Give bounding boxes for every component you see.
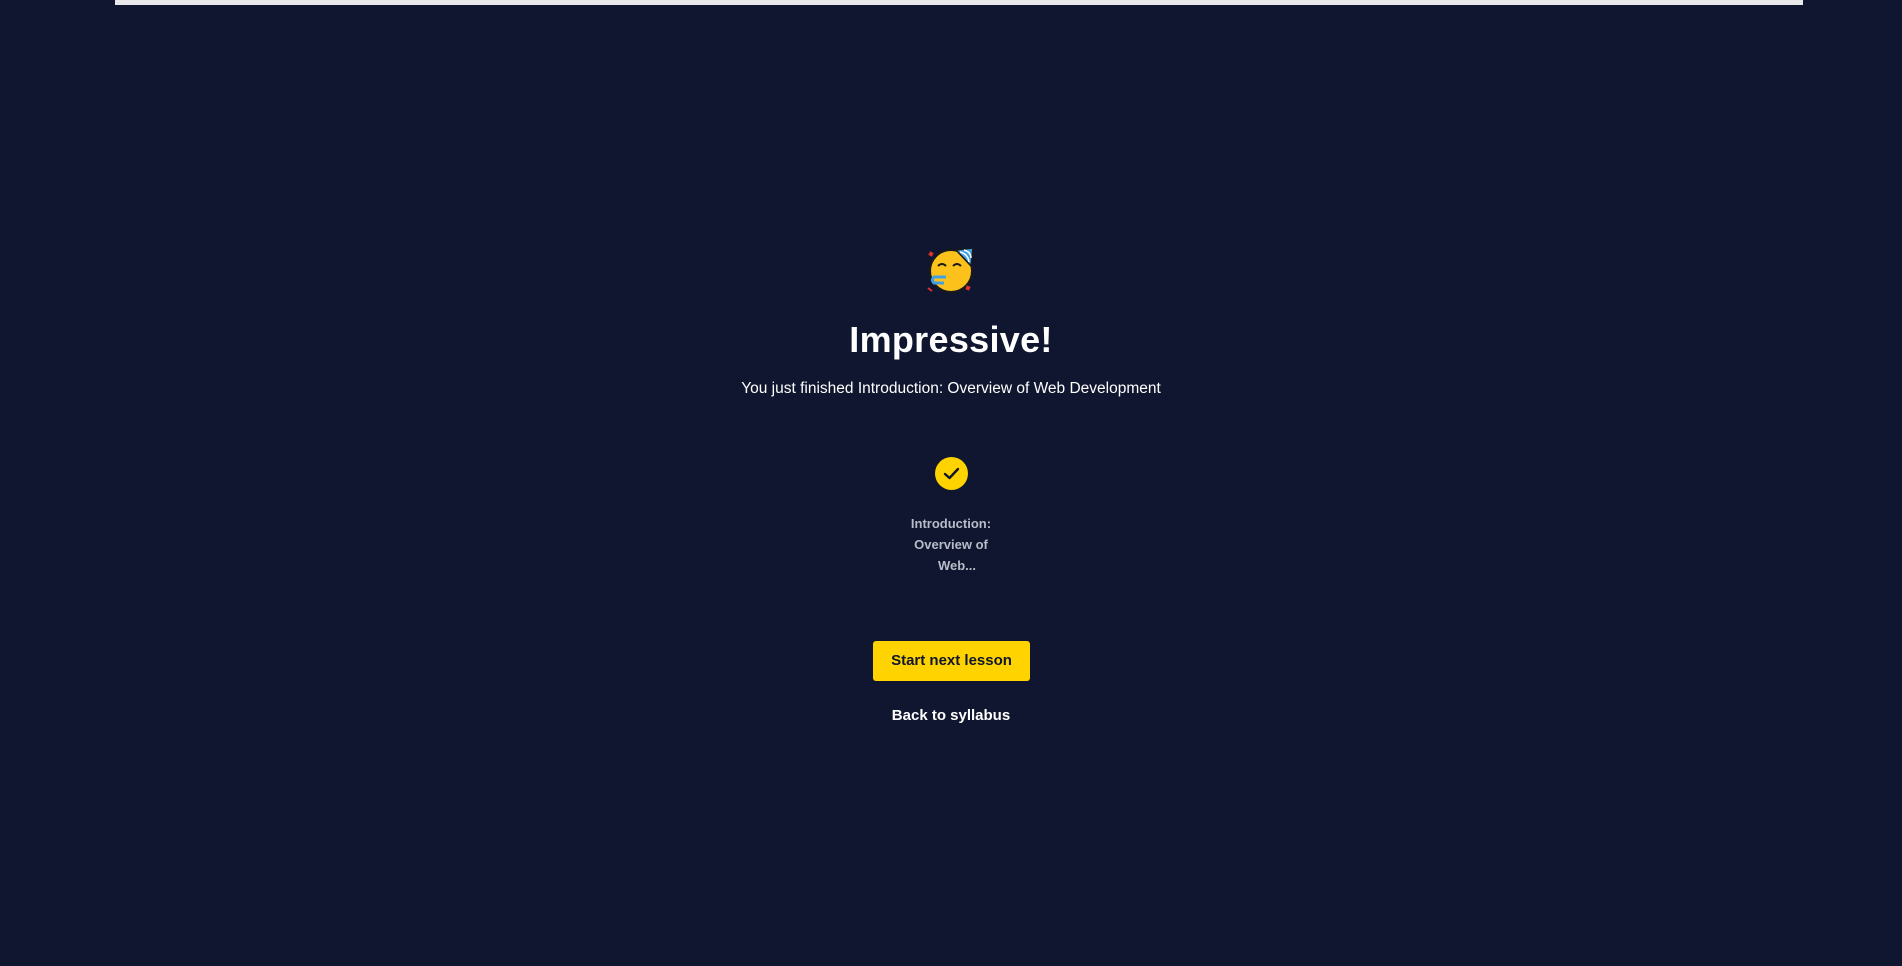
page-title: Impressive!: [849, 319, 1053, 360]
completed-lesson-title: Introduction: Overview of Web...: [891, 513, 1011, 576]
back-to-syllabus-link[interactable]: Back to syllabus: [851, 705, 1051, 727]
start-next-lesson-button[interactable]: Start next lesson: [873, 641, 1030, 681]
completion-message: You just finished Introduction: Overview…: [741, 380, 1161, 397]
partying-face-icon: [926, 244, 976, 294]
lesson-complete-badge: [935, 457, 968, 490]
lesson-title-line: Overview of: [914, 537, 988, 552]
lesson-title-line: Web...: [937, 558, 977, 573]
checkmark-icon: [943, 467, 960, 480]
lesson-title-line: Introduction:: [910, 516, 992, 531]
lesson-complete-screen: Impressive! You just finished Introducti…: [0, 0, 1902, 966]
